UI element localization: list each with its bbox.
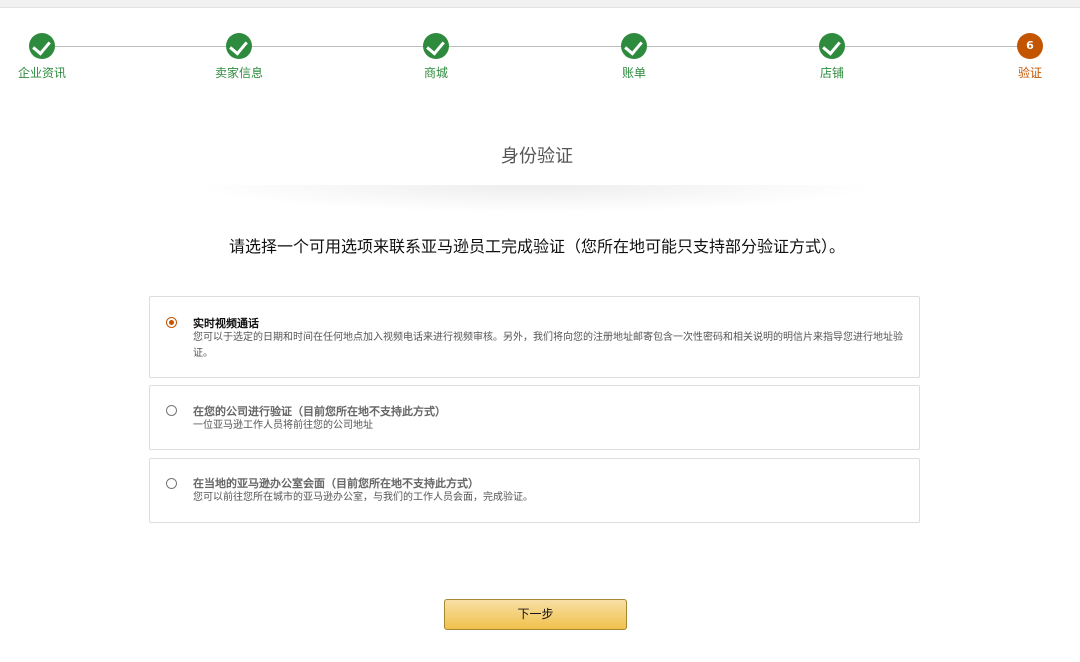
- check-icon: [423, 33, 449, 59]
- page-title: 身份验证: [501, 146, 573, 167]
- option-video-call[interactable]: 实时视频通话 您可以于选定的日期和时间在任何地点加入视频电话来进行视频审核。另外…: [149, 296, 920, 378]
- step-company-info: 企业资讯: [0, 33, 102, 81]
- step-store: 商城: [376, 33, 496, 81]
- option-company-visit[interactable]: 在您的公司进行验证（目前您所在地不支持此方式） 一位亚马逊工作人员将前往您的公司…: [149, 385, 920, 450]
- step-number-badge: 6: [1017, 33, 1043, 59]
- option-description: 您可以于选定的日期和时间在任何地点加入视频电话来进行视频审核。另外，我们将向您的…: [193, 332, 903, 359]
- radio-button[interactable]: [166, 405, 177, 416]
- step-label: 账单: [621, 66, 646, 80]
- step-label: 卖家信息: [214, 66, 263, 80]
- step-billing: 账单: [574, 33, 694, 81]
- next-button[interactable]: 下一步: [444, 599, 627, 630]
- check-icon: [819, 33, 845, 59]
- instruction-text: 请选择一个可用选项来联系亚马逊员工完成验证（您所在地可能只支持部分验证方式）。: [228, 237, 845, 256]
- option-office-meeting[interactable]: 在当地的亚马逊办公室会面（目前您所在地不支持此方式） 您可以前往您所在城市的亚马…: [149, 458, 920, 523]
- progress-stepper: 企业资讯 卖家信息 商城 账单 店铺 6 验证: [0, 0, 1080, 90]
- check-icon: [621, 33, 647, 59]
- step-label: 商城: [423, 66, 448, 80]
- check-icon: [226, 33, 252, 59]
- step-label: 企业资讯: [17, 66, 66, 80]
- step-label: 店铺: [819, 66, 844, 80]
- option-title: 实时视频通话: [193, 317, 259, 330]
- option-title: 在当地的亚马逊办公室会面（目前您所在地不支持此方式）: [193, 477, 479, 490]
- radio-button[interactable]: [166, 317, 177, 328]
- step-seller-info: 卖家信息: [179, 33, 299, 81]
- check-icon: [29, 33, 55, 59]
- step-verification: 6 验证: [970, 33, 1080, 81]
- step-shop: 店铺: [772, 33, 892, 81]
- title-divider: [160, 185, 910, 215]
- option-description: 一位亚马逊工作人员将前往您的公司地址: [193, 420, 373, 431]
- option-title: 在您的公司进行验证（目前您所在地不支持此方式）: [193, 405, 446, 418]
- option-description: 您可以前往您所在城市的亚马逊办公室，与我们的工作人员会面，完成验证。: [193, 492, 533, 503]
- radio-button[interactable]: [166, 478, 177, 489]
- step-label: 验证: [1017, 66, 1042, 80]
